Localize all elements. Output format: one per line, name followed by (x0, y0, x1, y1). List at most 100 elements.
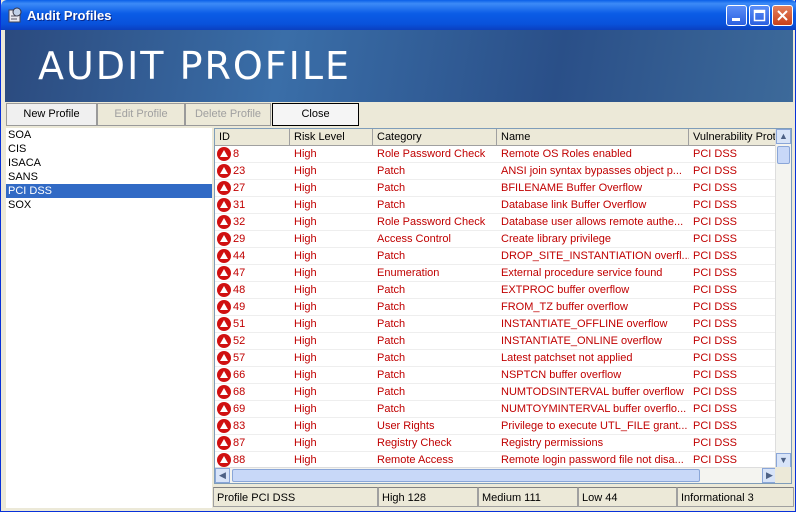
cell-id: 51 (233, 318, 246, 330)
maximize-icon (753, 9, 766, 22)
high-risk-warning-icon (217, 266, 231, 280)
audit-profiles-window: Audit Profiles AUDIT PROFILE New Profile… (0, 0, 796, 512)
profile-item-pci-dss[interactable]: PCI DSS (6, 184, 212, 198)
status-bar: Profile PCI DSS High 128 Medium 111 Low … (212, 487, 796, 507)
table-row[interactable]: 27 High Patch BFILENAME Buffer Overflow PCI … (215, 180, 777, 197)
cell-risk-level: High (294, 233, 317, 245)
cell-name: DROP_SITE_INSTANTIATION overfl... (501, 250, 689, 262)
cell-category: Patch (377, 403, 406, 415)
new-profile-button[interactable]: New Profile (6, 103, 97, 126)
cell-vulnerability-profile: PCI DSS (693, 369, 738, 381)
minimize-icon (732, 18, 740, 21)
cell-risk-level: High (294, 148, 317, 160)
cell-id: 44 (233, 250, 246, 262)
column-header-risk-level[interactable]: Risk Level (290, 129, 373, 146)
cell-id: 47 (233, 267, 246, 279)
cell-category: Patch (377, 182, 406, 194)
cell-category: Remote Access (377, 454, 454, 466)
scroll-up-arrow[interactable]: ▲ (776, 129, 791, 144)
high-risk-warning-icon (217, 317, 231, 331)
cell-name: Latest patchset not applied (501, 352, 633, 364)
profile-list[interactable]: SOA CIS ISACA SANS PCI DSS SOX (6, 128, 212, 508)
cell-risk-level: High (294, 352, 317, 364)
table-row[interactable]: 48 High Patch EXTPROC buffer overflow PCI DS… (215, 282, 777, 299)
title-bar[interactable]: Audit Profiles (1, 0, 796, 30)
cell-category: Patch (377, 386, 406, 398)
horizontal-scroll-thumb[interactable] (232, 469, 700, 482)
table-row[interactable]: 51 High Patch INSTANTIATE_OFFLINE overflow P… (215, 316, 777, 333)
profile-item-sox[interactable]: SOX (6, 198, 212, 212)
status-profile: Profile PCI DSS (213, 487, 378, 507)
status-medium-count: Medium 111 (478, 487, 578, 507)
cell-category: Patch (377, 352, 406, 364)
maximize-button[interactable] (749, 5, 770, 26)
cell-risk-level: High (294, 335, 317, 347)
audit-app-icon (8, 7, 22, 23)
edit-profile-button[interactable]: Edit Profile (97, 103, 185, 126)
minimize-button[interactable] (726, 5, 747, 26)
high-risk-warning-icon (217, 198, 231, 212)
table-row[interactable]: 66 High Patch NSPTCN buffer overflow PCI DSS (215, 367, 777, 384)
table-row[interactable]: 87 High Registry Check Registry permissions… (215, 435, 777, 452)
cell-category: Patch (377, 318, 406, 330)
cell-category: Enumeration (377, 267, 440, 279)
table-row[interactable]: 88 High Remote Access Remote login password… (215, 452, 777, 468)
cell-vulnerability-profile: PCI DSS (693, 352, 738, 364)
table-row[interactable]: 52 High Patch INSTANTIATE_ONLINE overflow PC… (215, 333, 777, 350)
close-button[interactable]: Close (272, 103, 359, 126)
table-row[interactable]: 47 High Enumeration External procedure serv… (215, 265, 777, 282)
profile-item-isaca[interactable]: ISACA (6, 156, 212, 170)
profile-item-sans[interactable]: SANS (6, 170, 212, 184)
high-risk-warning-icon (217, 164, 231, 178)
cell-category: Patch (377, 369, 406, 381)
cell-id: 23 (233, 165, 246, 177)
banner-title: AUDIT PROFILE (38, 44, 352, 88)
delete-profile-button[interactable]: Delete Profile (185, 103, 271, 126)
vertical-scroll-thumb[interactable] (777, 146, 790, 164)
table-row[interactable]: 68 High Patch NUMTODSINTERVAL buffer overfl… (215, 384, 777, 401)
cell-risk-level: High (294, 369, 317, 381)
table-row[interactable]: 49 High Patch FROM_TZ buffer overflow PCI DS… (215, 299, 777, 316)
column-header-vulnerability-profile[interactable]: Vulnerability Prot (689, 129, 777, 146)
cell-vulnerability-profile: PCI DSS (693, 284, 738, 296)
cell-name: Remote OS Roles enabled (501, 148, 632, 160)
high-risk-warning-icon (217, 249, 231, 263)
scroll-down-arrow[interactable]: ▼ (776, 453, 791, 468)
cell-category: Patch (377, 335, 406, 347)
profile-item-cis[interactable]: CIS (6, 142, 212, 156)
cell-id: 88 (233, 454, 246, 466)
column-header-id[interactable]: ID (215, 129, 290, 146)
table-row[interactable]: 44 High Patch DROP_SITE_INSTANTIATION overf… (215, 248, 777, 265)
high-risk-warning-icon (217, 232, 231, 246)
column-header-category[interactable]: Category (373, 129, 497, 146)
cell-risk-level: High (294, 437, 317, 449)
table-row[interactable]: 29 High Access Control Create library privi… (215, 231, 777, 248)
cell-name: ANSI join syntax bypasses object p... (501, 165, 682, 177)
profile-item-soa[interactable]: SOA (6, 128, 212, 142)
horizontal-scrollbar[interactable]: ◀ ▶ (215, 467, 777, 483)
table-row[interactable]: 32 High Role Password Check Database user a… (215, 214, 777, 231)
table-row[interactable]: 23 High Patch ANSI join syntax bypasses obj… (215, 163, 777, 180)
column-header-name[interactable]: Name (497, 129, 689, 146)
cell-vulnerability-profile: PCI DSS (693, 267, 738, 279)
cell-vulnerability-profile: PCI DSS (693, 454, 738, 466)
cell-id: 83 (233, 420, 246, 432)
table-row[interactable]: 57 High Patch Latest patchset not applied PC… (215, 350, 777, 367)
cell-risk-level: High (294, 386, 317, 398)
close-icon (777, 10, 788, 21)
cell-id: 8 (233, 148, 240, 160)
cell-vulnerability-profile: PCI DSS (693, 199, 738, 211)
cell-name: INSTANTIATE_OFFLINE overflow (501, 318, 668, 330)
table-row[interactable]: 31 High Patch Database link Buffer Overflow… (215, 197, 777, 214)
table-row[interactable]: 8 High Role Password Check Remote OS Roles … (215, 146, 777, 163)
scroll-left-arrow[interactable]: ◀ (215, 468, 230, 483)
status-high-count: High 128 (378, 487, 478, 507)
vertical-scrollbar[interactable]: ▲ ▼ (775, 129, 791, 468)
cell-risk-level: High (294, 182, 317, 194)
cell-id: 57 (233, 352, 246, 364)
status-low-count: Low 44 (578, 487, 677, 507)
table-row[interactable]: 69 High Patch NUMTOYMINTERVAL buffer overfl… (215, 401, 777, 418)
close-window-button[interactable] (772, 5, 793, 26)
cell-name: NSPTCN buffer overflow (501, 369, 622, 381)
table-row[interactable]: 83 High User Rights Privilege to execute UT… (215, 418, 777, 435)
